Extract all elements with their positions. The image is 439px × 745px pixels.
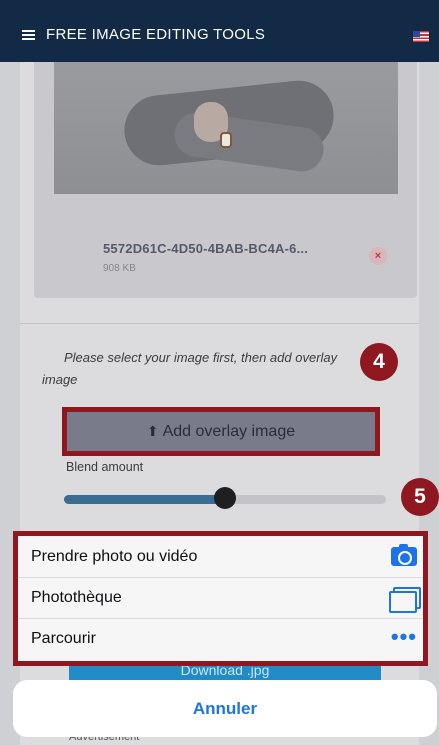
add-overlay-image-label: Add overlay image	[162, 422, 296, 440]
download-button[interactable]: Download .jpg	[69, 666, 381, 680]
overlay-instruction: Please select your image first, then add…	[42, 350, 338, 387]
step-5-badge: 5	[401, 478, 439, 516]
hamburger-menu-icon[interactable]	[22, 30, 35, 40]
file-name: 5572D61C-4D50-4BAB-BC4A-6...	[103, 241, 309, 256]
photo-library-icon	[389, 587, 421, 613]
camera-icon	[391, 544, 417, 566]
app-title: FREE IMAGE EDITING TOOLS	[46, 26, 266, 43]
image-source-action-sheet: Prendre photo ou vidéo Photothèque Parco…	[13, 531, 428, 666]
section-divider	[20, 323, 419, 324]
add-overlay-image-button[interactable]: ⬆ Add overlay image	[62, 407, 380, 456]
file-size: 908 KB	[103, 263, 136, 274]
blend-amount-label: Blend amount	[66, 460, 144, 474]
option-label: Parcourir	[31, 630, 96, 647]
option-photo-library[interactable]: Photothèque	[18, 577, 423, 618]
step-4-badge: 4	[360, 343, 398, 381]
blend-slider-fill	[64, 495, 225, 504]
option-browse[interactable]: Parcourir •••	[18, 618, 423, 659]
us-flag-icon[interactable]	[413, 31, 429, 42]
uploaded-image-preview	[54, 62, 398, 194]
option-label: Photothèque	[31, 589, 122, 606]
close-icon: ×	[374, 250, 382, 262]
blend-slider-thumb[interactable]	[214, 487, 236, 509]
option-label: Prendre photo ou vidéo	[31, 547, 198, 565]
upload-icon: ⬆	[146, 423, 159, 439]
download-label: Download .jpg	[180, 666, 270, 678]
remove-file-button[interactable]: ×	[369, 247, 387, 265]
cancel-button[interactable]: Annuler	[13, 680, 437, 737]
option-take-photo-or-video[interactable]: Prendre photo ou vidéo	[18, 536, 423, 577]
app-header: FREE IMAGE EDITING TOOLS	[0, 0, 439, 62]
more-dots-icon: •••	[390, 624, 417, 649]
